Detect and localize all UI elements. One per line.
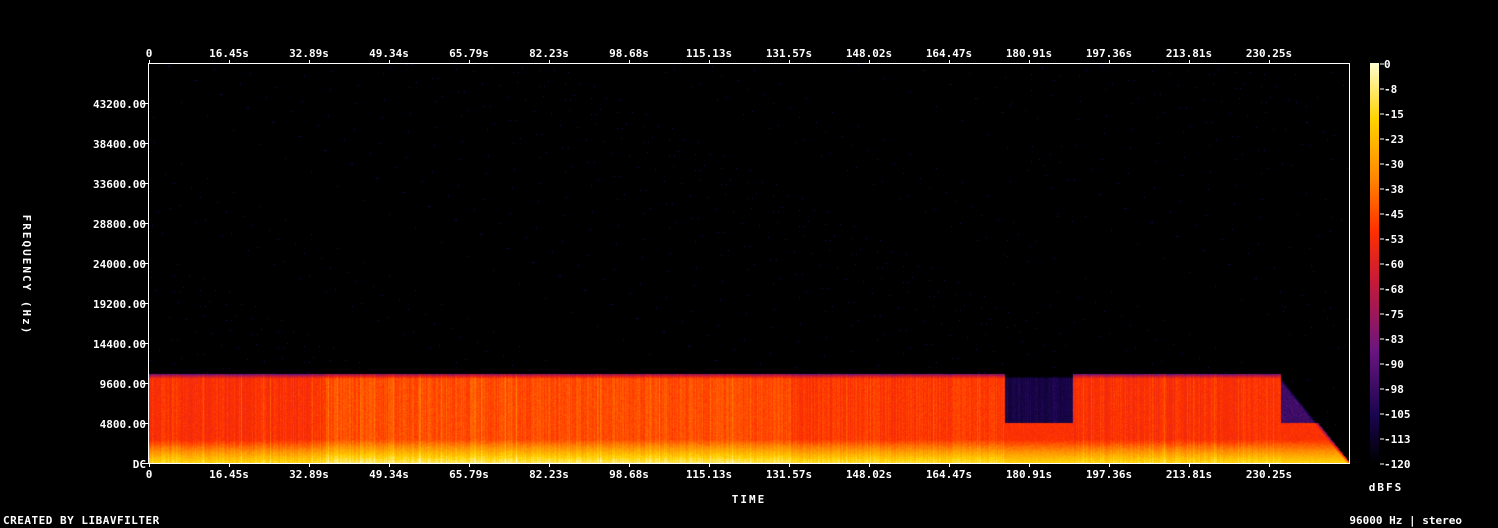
x-tick-label: 65.79s [449, 47, 489, 60]
y-axis: DC 4800.00 9600.00 14400.00 19200.00 24000.00… [93, 98, 148, 471]
colorbar [1370, 63, 1379, 463]
y-tick-label: 38400.00 [93, 138, 146, 151]
colorbar-tick-label: -83 [1384, 333, 1404, 346]
colorbar-tick-label: -38 [1384, 183, 1404, 196]
x-tick-label: 16.45s [209, 47, 249, 60]
x-tick-label: 49.34s [369, 47, 409, 60]
y-tick-label: DC [133, 458, 146, 471]
x-tick-label: 49.34s [369, 468, 409, 481]
x-tick-label: 98.68s [609, 47, 649, 60]
x-tick-label: 0 [146, 468, 153, 481]
x-tick-label: 197.36s [1086, 47, 1132, 60]
y-tick-label: 33600.00 [93, 178, 146, 191]
colorbar-tick-label: -98 [1384, 383, 1404, 396]
created-by-text: CREATED BY LIBAVFILTER [3, 514, 160, 527]
colorbar-label: dBFS [1369, 481, 1404, 494]
x-tick-label: 115.13s [686, 47, 732, 60]
x-tick-label: 180.91s [1006, 47, 1052, 60]
colorbar-tick-label: -23 [1384, 133, 1404, 146]
x-tick-label: 0 [146, 47, 153, 60]
x-axis-top: 0 16.45s 32.89s 49.34s 65.79s 82.23s 98.68s 115… [146, 47, 1292, 63]
y-tick-label: 19200.00 [93, 298, 146, 311]
spectrogram-image [149, 64, 1349, 464]
y-tick-label: 9600.00 [100, 378, 146, 391]
x-tick-label: 32.89s [289, 468, 329, 481]
colorbar-tick-label: -90 [1384, 358, 1404, 371]
x-tick-label: 131.57s [766, 47, 812, 60]
colorbar-tick-label: -75 [1384, 308, 1404, 321]
spectrogram-plot-area [149, 64, 1349, 464]
x-tick-label: 213.81s [1166, 47, 1212, 60]
y-tick-label: 24000.00 [93, 258, 146, 271]
colorbar-tick-label: -60 [1384, 258, 1404, 271]
x-tick-label: 213.81s [1166, 468, 1212, 481]
y-tick-label: 43200.00 [93, 98, 146, 111]
y-tick-label: 4800.00 [100, 418, 146, 431]
x-tick-label: 82.23s [529, 47, 569, 60]
x-tick-label: 164.47s [926, 47, 972, 60]
x-axis-bottom: 0 16.45s 32.89s 49.34s 65.79s 82.23s 98.68s 115… [146, 464, 1292, 481]
x-tick-label: 180.91s [1006, 468, 1052, 481]
x-tick-label: 230.25s [1246, 468, 1292, 481]
x-tick-label: 197.36s [1086, 468, 1132, 481]
x-axis-label: TIME [732, 493, 767, 506]
colorbar-ticks: 0 -8 -15 -23 -30 -38 -45 -53 -60 -68 -75 -83 -90 -98 -… [1380, 58, 1411, 471]
y-axis-label: FREQUENCY (Hz) [20, 215, 33, 336]
x-tick-label: 82.23s [529, 468, 569, 481]
x-tick-label: 98.68s [609, 468, 649, 481]
colorbar-tick-label: -30 [1384, 158, 1404, 171]
x-tick-label: 131.57s [766, 468, 812, 481]
y-tick-label: 14400.00 [93, 338, 146, 351]
colorbar-tick-label: -15 [1384, 108, 1404, 121]
colorbar-tick-label: -68 [1384, 283, 1404, 296]
x-tick-label: 230.25s [1246, 47, 1292, 60]
spectrogram-chart: 0 16.45s 32.89s 49.34s 65.79s 82.23s 98.68s 115… [20, 47, 1411, 506]
colorbar-tick-label: -45 [1384, 208, 1404, 221]
colorbar-tick-label: -8 [1384, 83, 1397, 96]
x-tick-label: 148.02s [846, 47, 892, 60]
audio-info-text: 96000 Hz | stereo [1349, 514, 1462, 527]
x-tick-label: 32.89s [289, 47, 329, 60]
y-tick-label: 28800.00 [93, 218, 146, 231]
colorbar-tick-label: 0 [1384, 58, 1391, 71]
x-tick-label: 65.79s [449, 468, 489, 481]
x-tick-label: 148.02s [846, 468, 892, 481]
x-tick-label: 16.45s [209, 468, 249, 481]
colorbar-tick-label: -105 [1384, 408, 1411, 421]
colorbar-tick-label: -113 [1384, 433, 1411, 446]
x-tick-label: 164.47s [926, 468, 972, 481]
colorbar-tick-label: -53 [1384, 233, 1404, 246]
x-tick-label: 115.13s [686, 468, 732, 481]
colorbar-tick-label: -120 [1384, 458, 1411, 471]
